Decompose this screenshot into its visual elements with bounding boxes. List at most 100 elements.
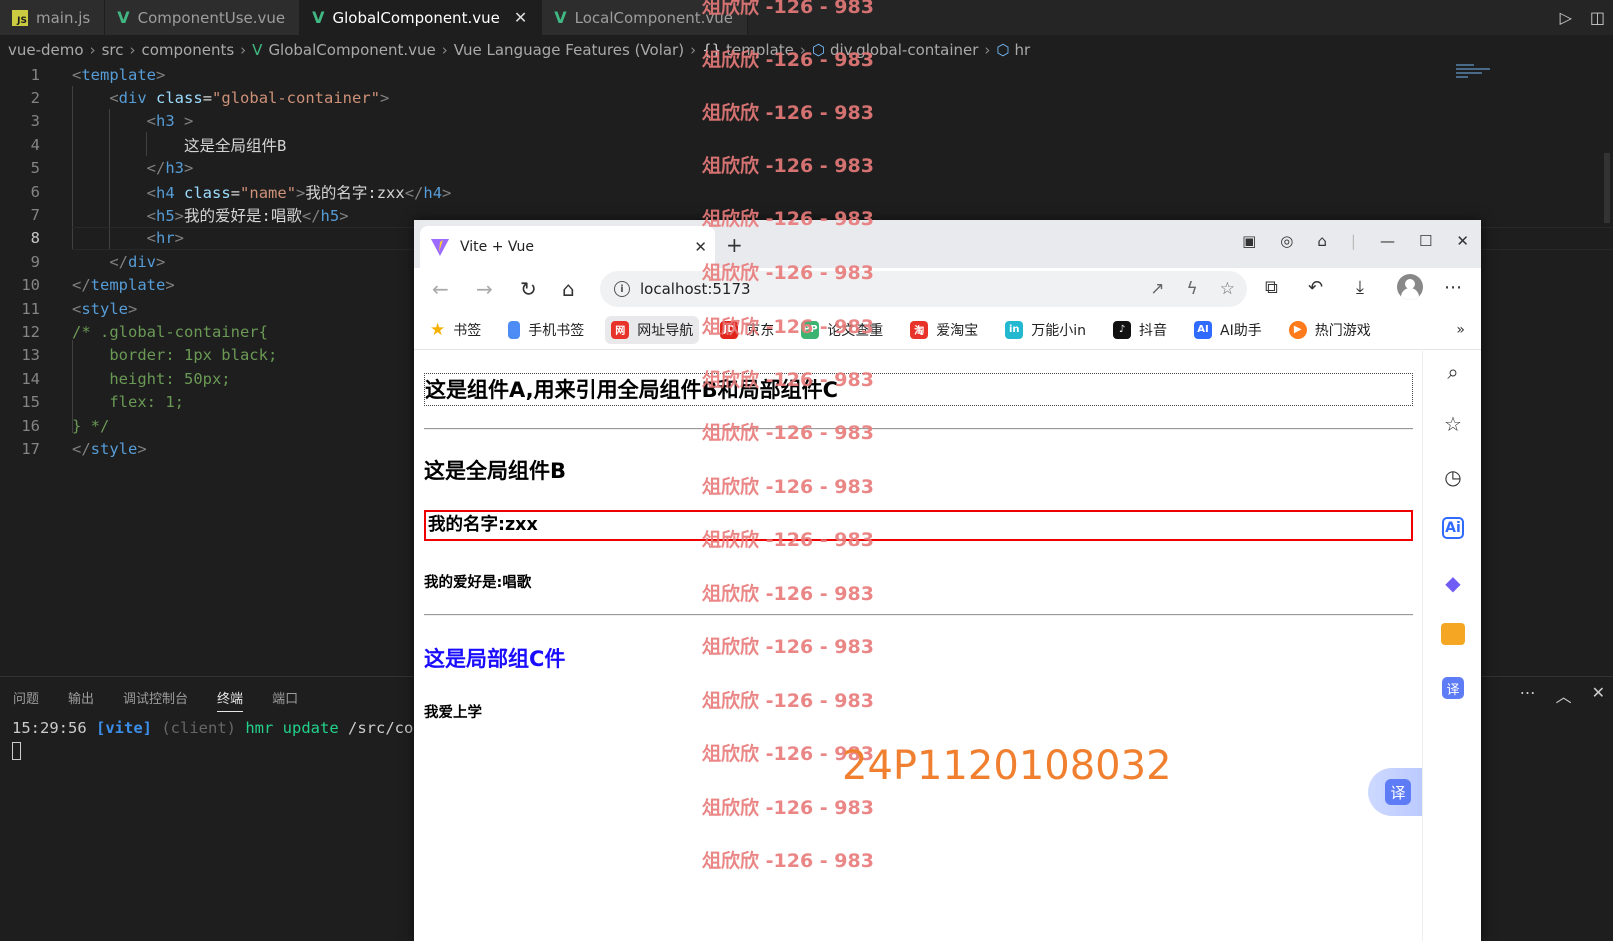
breadcrumb-item[interactable]: hr [1015, 41, 1031, 59]
code-token: h3 [165, 159, 184, 178]
favorites-star-icon[interactable]: ☆ [1440, 411, 1466, 437]
search-icon[interactable]: ⌕ [1440, 359, 1466, 385]
code-comment: } */ [72, 416, 110, 435]
menu-icon[interactable]: ⋯ [1444, 277, 1462, 298]
breadcrumb-item[interactable]: components [141, 41, 234, 59]
star-icon[interactable]: ☆ [1220, 279, 1235, 299]
tab-label: GlobalComponent.vue [332, 8, 500, 27]
ai-icon[interactable]: Ai [1442, 517, 1464, 539]
tab-problems[interactable]: 问题 [13, 688, 39, 707]
browser-tab[interactable]: Vite + Vue ✕ [420, 226, 715, 268]
breadcrumb-item[interactable]: vue-demo [8, 41, 84, 59]
element-cube-icon: ⬡ [996, 41, 1010, 59]
terminal-cursor [12, 741, 21, 760]
new-tab-icon[interactable]: + [726, 233, 743, 257]
name-heading: 我的名字:zxx [424, 510, 1413, 541]
avatar[interactable] [1397, 274, 1423, 300]
code-token: class [184, 183, 231, 202]
translate-button[interactable]: 译 [1368, 768, 1428, 816]
terminal-hmr: hmr update [245, 719, 339, 737]
tab-global-component[interactable]: V GlobalComponent.vue ✕ [300, 0, 543, 35]
more-icon[interactable]: ⋯ [1520, 683, 1536, 707]
run-icon[interactable]: ▷ [1560, 8, 1572, 27]
vite-logo-icon [431, 239, 449, 256]
code-token: h4 [423, 183, 443, 202]
bookmark-item[interactable]: AI AI助手 [1194, 320, 1262, 340]
close-window-icon[interactable]: ✕ [1456, 232, 1469, 250]
tab-main-js[interactable]: JS main.js [0, 0, 106, 35]
phone-icon [508, 320, 521, 339]
browser-window: Vite + Vue ✕ + ▣ ◎ ⌂ | — ☐ ✕ ← → ↻ ⌂ i l… [414, 220, 1481, 941]
editor-scrollbar[interactable] [1600, 63, 1613, 663]
tab-output[interactable]: 输出 [68, 688, 94, 707]
watermark-text: 俎欣欣 -126 - 983 [702, 850, 874, 872]
bookmark-item[interactable]: in 万能小in [1005, 320, 1086, 340]
code-comment: height: 50px; [72, 369, 231, 388]
site-info-icon[interactable]: i [614, 281, 630, 297]
bookmark-item[interactable]: 淘爱淘宝 [910, 320, 978, 340]
page-viewport: 这是组件A,用来引用全局组件B和局部组件C 这是全局组件B 我的名字:zxx 我… [414, 351, 1428, 941]
bookmark-item[interactable]: ★ 书签 [430, 320, 481, 340]
bookmark-item[interactable]: 网网址导航 [605, 315, 700, 344]
breadcrumb-item[interactable]: GlobalComponent.vue [268, 41, 435, 59]
home-icon[interactable]: ⌂ [562, 277, 575, 301]
school-text: 我爱上学 [424, 705, 482, 721]
chevron-double-right-icon[interactable]: » [1456, 322, 1465, 338]
undo-icon[interactable]: ↶ [1308, 277, 1323, 298]
tab-debug-console[interactable]: 调试控制台 [123, 688, 188, 707]
maximize-icon[interactable]: ☐ [1419, 232, 1432, 250]
close-icon[interactable]: ✕ [1592, 683, 1605, 707]
watermark-text: 俎欣欣 -126 - 983 [702, 690, 874, 712]
tab-ports[interactable]: 端口 [272, 688, 298, 707]
lightning-icon[interactable]: ϟ [1187, 279, 1198, 299]
close-icon[interactable]: ✕ [514, 8, 527, 27]
line-number: 8 [30, 229, 40, 248]
code-token: h5 [156, 207, 175, 226]
watermark-text: 俎欣欣 -126 - 983 [702, 155, 874, 177]
watermark-text: 俎欣欣 -126 - 983 [702, 636, 874, 658]
bookmark-item[interactable]: ▶ 热门游戏 [1288, 320, 1371, 340]
minimize-icon[interactable]: — [1380, 232, 1395, 250]
tab-search-icon[interactable]: ▣ [1242, 232, 1256, 250]
breadcrumb-item[interactable]: Vue Language Features (Volar) [454, 41, 684, 59]
bookmark-item[interactable]: ♪ 抖音 [1113, 320, 1167, 340]
line-number: 1 [30, 65, 40, 84]
breadcrumb-item[interactable]: src [102, 41, 124, 59]
reload-icon[interactable]: ↻ [520, 277, 537, 301]
minimap[interactable] [1456, 64, 1496, 94]
horizontal-rule [424, 428, 1413, 430]
terminal-time: 15:29:56 [12, 719, 87, 737]
browser-titlebar: Vite + Vue ✕ + ▣ ◎ ⌂ | — ☐ ✕ [414, 220, 1481, 268]
bookmark-item[interactable]: 手机书签 [508, 320, 584, 340]
line-number: 17 [21, 439, 40, 458]
briefcase-icon[interactable] [1441, 623, 1465, 645]
close-tab-icon[interactable]: ✕ [694, 238, 707, 256]
incognito-icon[interactable]: ◎ [1280, 232, 1293, 250]
code-line: 6 <h4 class="name">我的名字:zxx</h4> [0, 180, 1613, 203]
browser-tab-title: Vite + Vue [460, 239, 535, 255]
address-bar[interactable]: i localhost:5173 ↗ ϟ ☆ [600, 271, 1247, 307]
chevron-right-icon: › [89, 41, 96, 59]
history-clock-icon[interactable]: ◷ [1440, 464, 1466, 490]
code-token: 这是全局组件B [183, 136, 287, 155]
tab-terminal[interactable]: 终端 [217, 688, 244, 712]
code-token: template [90, 276, 166, 295]
chevron-right-icon: › [441, 41, 448, 59]
global-b-heading: 这是全局组件B [424, 459, 567, 483]
translate-side-icon[interactable]: 译 [1442, 677, 1464, 699]
bookmark-label: 万能小in [1031, 322, 1087, 339]
game-icon: ▶ [1288, 320, 1307, 339]
share-icon[interactable]: ↗ [1150, 279, 1164, 299]
split-editor-icon[interactable]: ◫ [1590, 8, 1605, 27]
back-icon[interactable]: ← [432, 277, 449, 301]
download-icon[interactable]: ⤓ [1356, 277, 1364, 298]
nav-site-icon: 网 [611, 320, 630, 339]
tab-component-use[interactable]: V ComponentUse.vue [105, 0, 301, 35]
forward-icon[interactable]: → [476, 277, 493, 301]
extensions-icon[interactable]: ⧉ [1265, 277, 1278, 298]
gamepad-icon[interactable]: ◆ [1440, 570, 1466, 596]
chevron-up-icon[interactable]: ︿ [1556, 683, 1572, 707]
chevron-right-icon: › [240, 41, 247, 59]
line-number: 7 [30, 206, 40, 225]
extension-icon[interactable]: ⌂ [1317, 232, 1327, 250]
